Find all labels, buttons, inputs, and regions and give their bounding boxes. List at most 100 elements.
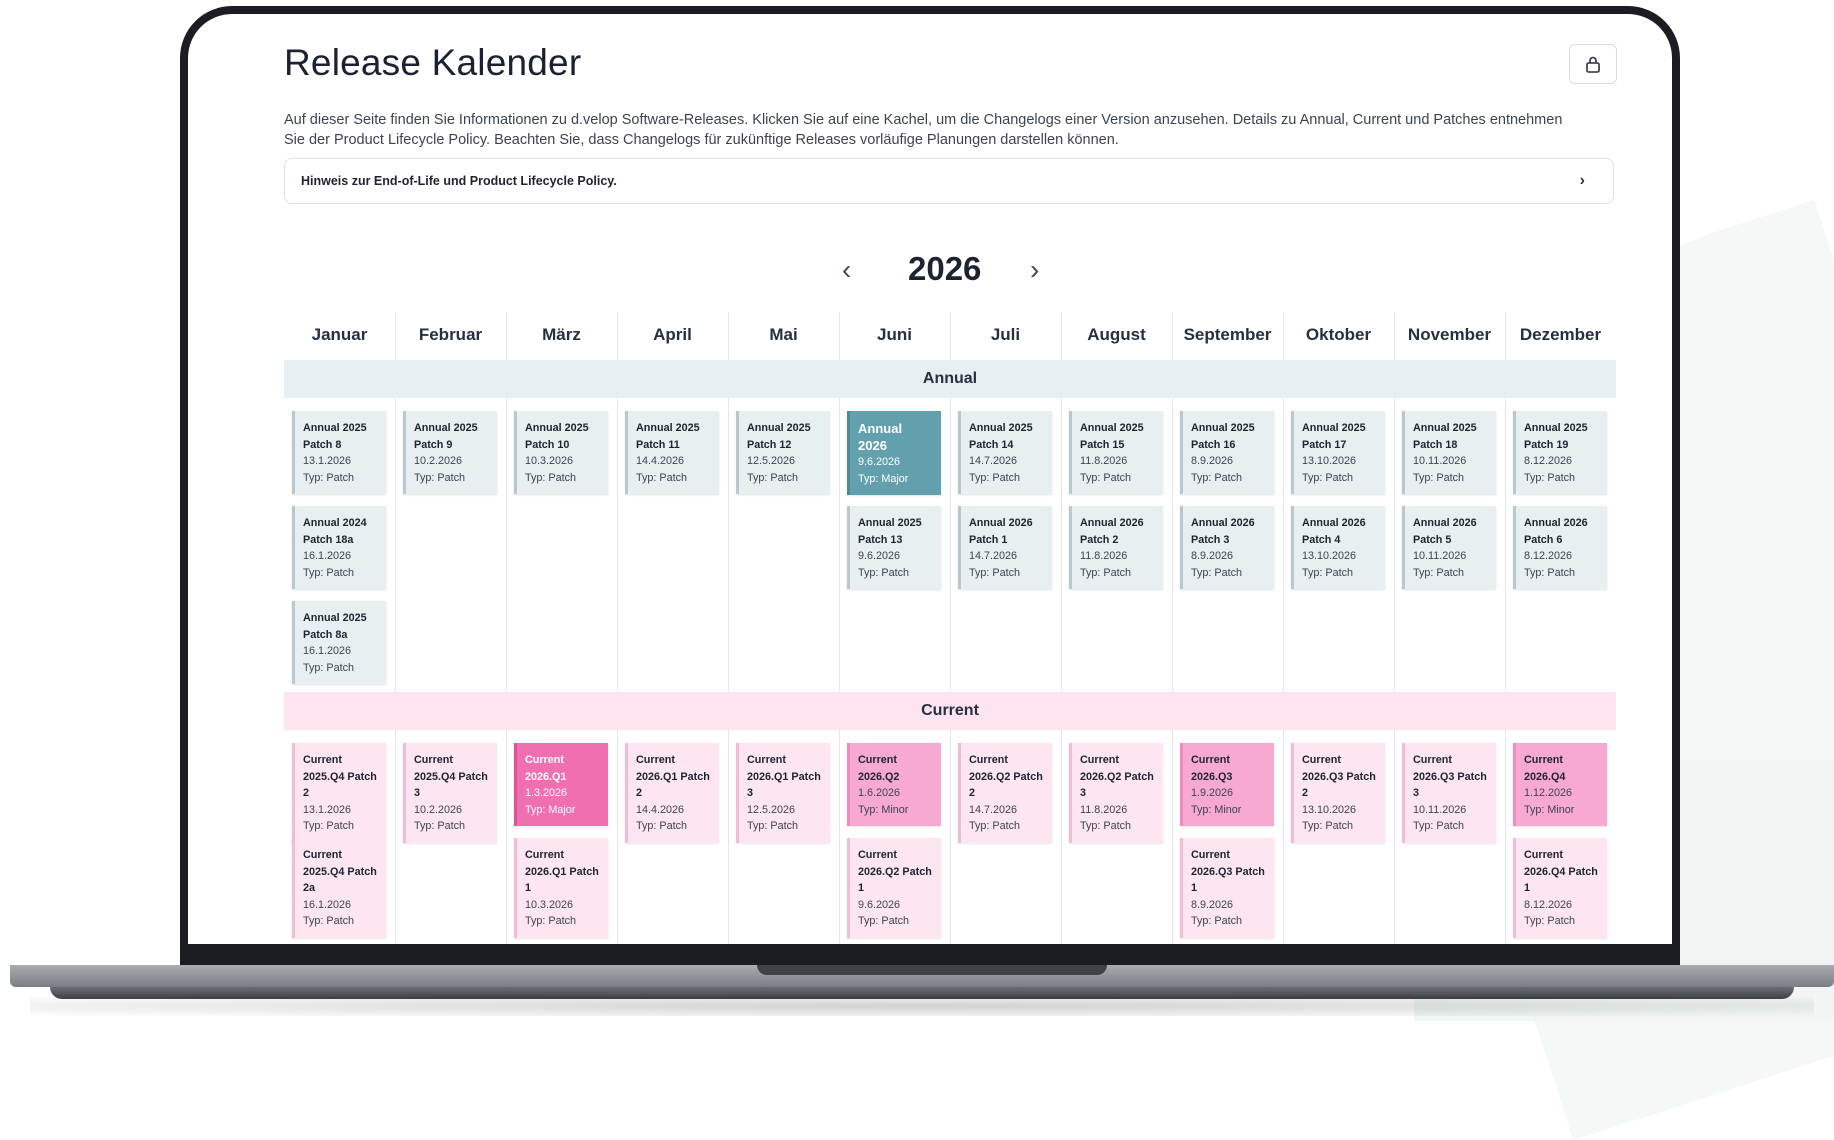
annual-release-card[interactable]: Annual 2026 Patch 5 10.11.2026 Typ: Patch bbox=[1402, 506, 1496, 589]
lock-button[interactable] bbox=[1569, 44, 1617, 84]
annual-release-card[interactable]: Annual 2026 Patch 1 14.7.2026 Typ: Patch bbox=[958, 506, 1052, 589]
release-name: Current 2026.Q1 Patch 1 bbox=[525, 849, 599, 894]
release-date: 14.4.2026 bbox=[636, 455, 685, 467]
release-type: Typ: Patch bbox=[1191, 471, 1243, 484]
column-divider bbox=[1172, 312, 1173, 944]
annual-release-card[interactable]: Annual 2024 Patch 18a 16.1.2026 Typ: Patch bbox=[292, 506, 386, 589]
month-header: Oktober bbox=[1305, 325, 1372, 344]
release-date: 14.7.2026 bbox=[969, 803, 1018, 816]
annual-release-card[interactable]: Annual 2026 Patch 6 8.12.2026 Typ: Patch bbox=[1513, 506, 1607, 589]
release-type: Typ: Patch bbox=[969, 820, 1021, 832]
annual-release-card[interactable]: Annual 2025 Patch 17 13.10.2026 Typ: Patch bbox=[1291, 411, 1385, 494]
current-release-card[interactable]: Current 2026.Q2 1.6.2026 Typ: Minor bbox=[847, 743, 941, 826]
current-release-card[interactable]: Current 2026.Q1 1.3.2026 Typ: Major bbox=[514, 743, 608, 826]
release-name: Annual 2025 Patch 8a bbox=[303, 612, 367, 641]
annual-release-card[interactable]: Annual 2025 Patch 8a 16.1.2026 Typ: Patch bbox=[292, 601, 386, 684]
release-date: 1.3.2026 bbox=[525, 787, 568, 799]
release-date: 9.6.2026 bbox=[858, 456, 901, 468]
calendar-grid bbox=[284, 312, 1616, 944]
month-header-row: Januar Februar März April Mai Juni Juli August S… bbox=[284, 312, 1616, 358]
release-type: Typ: Patch bbox=[303, 471, 355, 484]
release-name: Current 2026.Q3 Patch 2 bbox=[1302, 754, 1376, 799]
release-name: Current 2026.Q3 bbox=[1191, 754, 1233, 783]
band-annual: Annual bbox=[284, 360, 1616, 398]
release-name: Current 2026.Q1 Patch 3 bbox=[747, 754, 821, 799]
release-name: Annual 2025 Patch 8 bbox=[303, 422, 367, 451]
release-name: Annual 2025 Patch 18 bbox=[1413, 422, 1477, 451]
release-name: Annual 2025 Patch 17 bbox=[1302, 422, 1366, 451]
lifecycle-hint-link[interactable]: Hinweis zur End-of-Life und Product Life… bbox=[284, 158, 1614, 204]
annual-release-card[interactable]: Annual 2025 Patch 16 8.9.2026 Typ: Patch bbox=[1180, 411, 1274, 494]
laptop-frame: Release Kalender Auf dieser Seite finden… bbox=[180, 6, 1680, 978]
current-release-card[interactable]: Current 2026.Q1 Patch 2 14.4.2026 Typ: Pat… bbox=[625, 743, 719, 843]
current-release-card[interactable]: Current 2025.Q4 Patch 3 10.2.2026 Typ: Pat… bbox=[403, 743, 497, 843]
current-release-card[interactable]: Current 2026.Q4 Patch 1 8.12.2026 Typ: Pat… bbox=[1513, 838, 1607, 938]
annual-release-card[interactable]: Annual 2025 Patch 18 10.11.2026 Typ: Patch bbox=[1402, 411, 1496, 494]
annual-release-card[interactable]: Annual 2025 Patch 15 11.8.2026 Typ: Patch bbox=[1069, 411, 1163, 494]
release-name: Current 2025.Q4 Patch 2 bbox=[303, 754, 377, 799]
release-name: Annual 2025 Patch 9 bbox=[414, 422, 478, 451]
page-title: Release Kalender bbox=[284, 42, 582, 83]
chevron-right-icon: › bbox=[1579, 172, 1585, 189]
release-date: 9.6.2026 bbox=[858, 550, 901, 562]
release-name: Current 2025.Q4 Patch 3 bbox=[414, 754, 488, 799]
column-divider bbox=[728, 312, 729, 944]
release-name: Current 2026.Q3 Patch 3 bbox=[1413, 754, 1487, 799]
release-type: Typ: Patch bbox=[303, 661, 355, 674]
release-date: 8.12.2026 bbox=[1524, 550, 1573, 562]
release-date: 11.8.2026 bbox=[1080, 550, 1128, 562]
laptop-notch bbox=[757, 965, 1107, 975]
lock-icon bbox=[1585, 55, 1601, 73]
current-release-card[interactable]: Current 2026.Q2 Patch 3 11.8.2026 Typ: Pat… bbox=[1069, 743, 1163, 843]
release-type: Typ: Patch bbox=[303, 915, 355, 927]
release-type: Typ: Patch bbox=[414, 471, 466, 484]
annual-release-card[interactable]: Annual 2025 Patch 8 13.1.2026 Typ: Patch bbox=[292, 411, 386, 494]
annual-release-card[interactable]: Annual 2025 Patch 10 10.3.2026 Typ: Patch bbox=[514, 411, 608, 494]
release-name: Annual 2025 Patch 12 bbox=[747, 422, 811, 451]
release-type: Typ: Patch bbox=[525, 915, 577, 927]
release-type: Typ: Patch bbox=[747, 820, 799, 832]
annual-release-card[interactable]: Annual 2026 9.6.2026 Typ: Major bbox=[847, 411, 941, 495]
current-release-card[interactable]: Current 2025.Q4 Patch 2 13.1.2026 Typ: Pat… bbox=[292, 743, 386, 843]
annual-release-card[interactable]: Annual 2026 Patch 4 13.10.2026 Typ: Patch bbox=[1291, 506, 1385, 589]
current-release-card[interactable]: Current 2026.Q3 Patch 1 8.9.2026 Typ: Patc… bbox=[1180, 838, 1274, 938]
hint-label: Hinweis zur End-of-Life und Product Life… bbox=[301, 174, 617, 188]
column-divider bbox=[1394, 312, 1395, 944]
annual-release-card[interactable]: Annual 2025 Patch 12 12.5.2026 Typ: Patch bbox=[736, 411, 830, 494]
release-type: Typ: Patch bbox=[1413, 471, 1465, 484]
annual-release-card[interactable]: Annual 2025 Patch 13 9.6.2026 Typ: Patch bbox=[847, 506, 941, 589]
current-release-card[interactable]: Current 2026.Q3 Patch 3 10.11.2026 Typ: Pa… bbox=[1402, 743, 1496, 843]
current-release-card[interactable]: Current 2026.Q3 1.9.2026 Typ: Minor bbox=[1180, 743, 1274, 826]
release-name: Annual 2025 Patch 13 bbox=[858, 517, 922, 546]
current-release-card[interactable]: Current 2025.Q4 Patch 2a 16.1.2026 Typ: Pa… bbox=[292, 838, 386, 938]
current-release-card[interactable]: Current 2026.Q2 Patch 2 14.7.2026 Typ: Pat… bbox=[958, 743, 1052, 843]
release-name: Current 2026.Q4 bbox=[1524, 754, 1566, 783]
annual-release-card[interactable]: Annual 2026 Patch 3 8.9.2026 Typ: Patch bbox=[1180, 506, 1274, 589]
current-release-card[interactable]: Current 2026.Q1 Patch 3 12.5.2026 Typ: Pat… bbox=[736, 743, 830, 843]
current-release-card[interactable]: Current 2026.Q4 1.12.2026 Typ: Minor bbox=[1513, 743, 1607, 826]
release-name: Annual 2026 Patch 1 bbox=[969, 517, 1033, 546]
current-release-card[interactable]: Current 2026.Q1 Patch 1 10.3.2026 Typ: Pat… bbox=[514, 838, 608, 938]
release-type: Typ: Patch bbox=[747, 471, 799, 484]
release-type: Typ: Minor bbox=[1524, 803, 1575, 816]
annual-release-card[interactable]: Annual 2026 Patch 2 11.8.2026 Typ: Patch bbox=[1069, 506, 1163, 589]
annual-release-card[interactable]: Annual 2025 Patch 11 14.4.2026 Typ: Patch bbox=[625, 411, 719, 494]
prev-year-button[interactable]: ‹ bbox=[842, 254, 851, 286]
current-release-card[interactable]: Current 2026.Q2 Patch 1 9.6.2026 Typ: Patc… bbox=[847, 838, 941, 938]
release-date: 8.9.2026 bbox=[1191, 898, 1234, 911]
release-type: Typ: Patch bbox=[1080, 566, 1132, 579]
annual-release-card[interactable]: Annual 2025 Patch 14 14.7.2026 Typ: Patch bbox=[958, 411, 1052, 494]
annual-release-card[interactable]: Annual 2025 Patch 19 8.12.2026 Typ: Patch bbox=[1513, 411, 1607, 494]
release-date: 12.5.2026 bbox=[747, 803, 796, 816]
release-name: Annual 2025 Patch 11 bbox=[636, 422, 700, 451]
release-type: Typ: Patch bbox=[636, 471, 688, 484]
release-name: Annual 2025 Patch 14 bbox=[969, 422, 1033, 451]
column-divider bbox=[1505, 312, 1506, 944]
release-date: 8.12.2026 bbox=[1524, 898, 1573, 911]
current-release-card[interactable]: Current 2026.Q3 Patch 2 13.10.2026 Typ: Pa… bbox=[1291, 743, 1385, 843]
release-type: Typ: Patch bbox=[1524, 471, 1576, 484]
annual-release-card[interactable]: Annual 2025 Patch 9 10.2.2026 Typ: Patch bbox=[403, 411, 497, 494]
release-date: 11.8.2026 bbox=[1080, 803, 1128, 816]
next-year-button[interactable]: › bbox=[1030, 254, 1039, 286]
release-name: Current 2026.Q4 Patch 1 bbox=[1524, 849, 1598, 894]
